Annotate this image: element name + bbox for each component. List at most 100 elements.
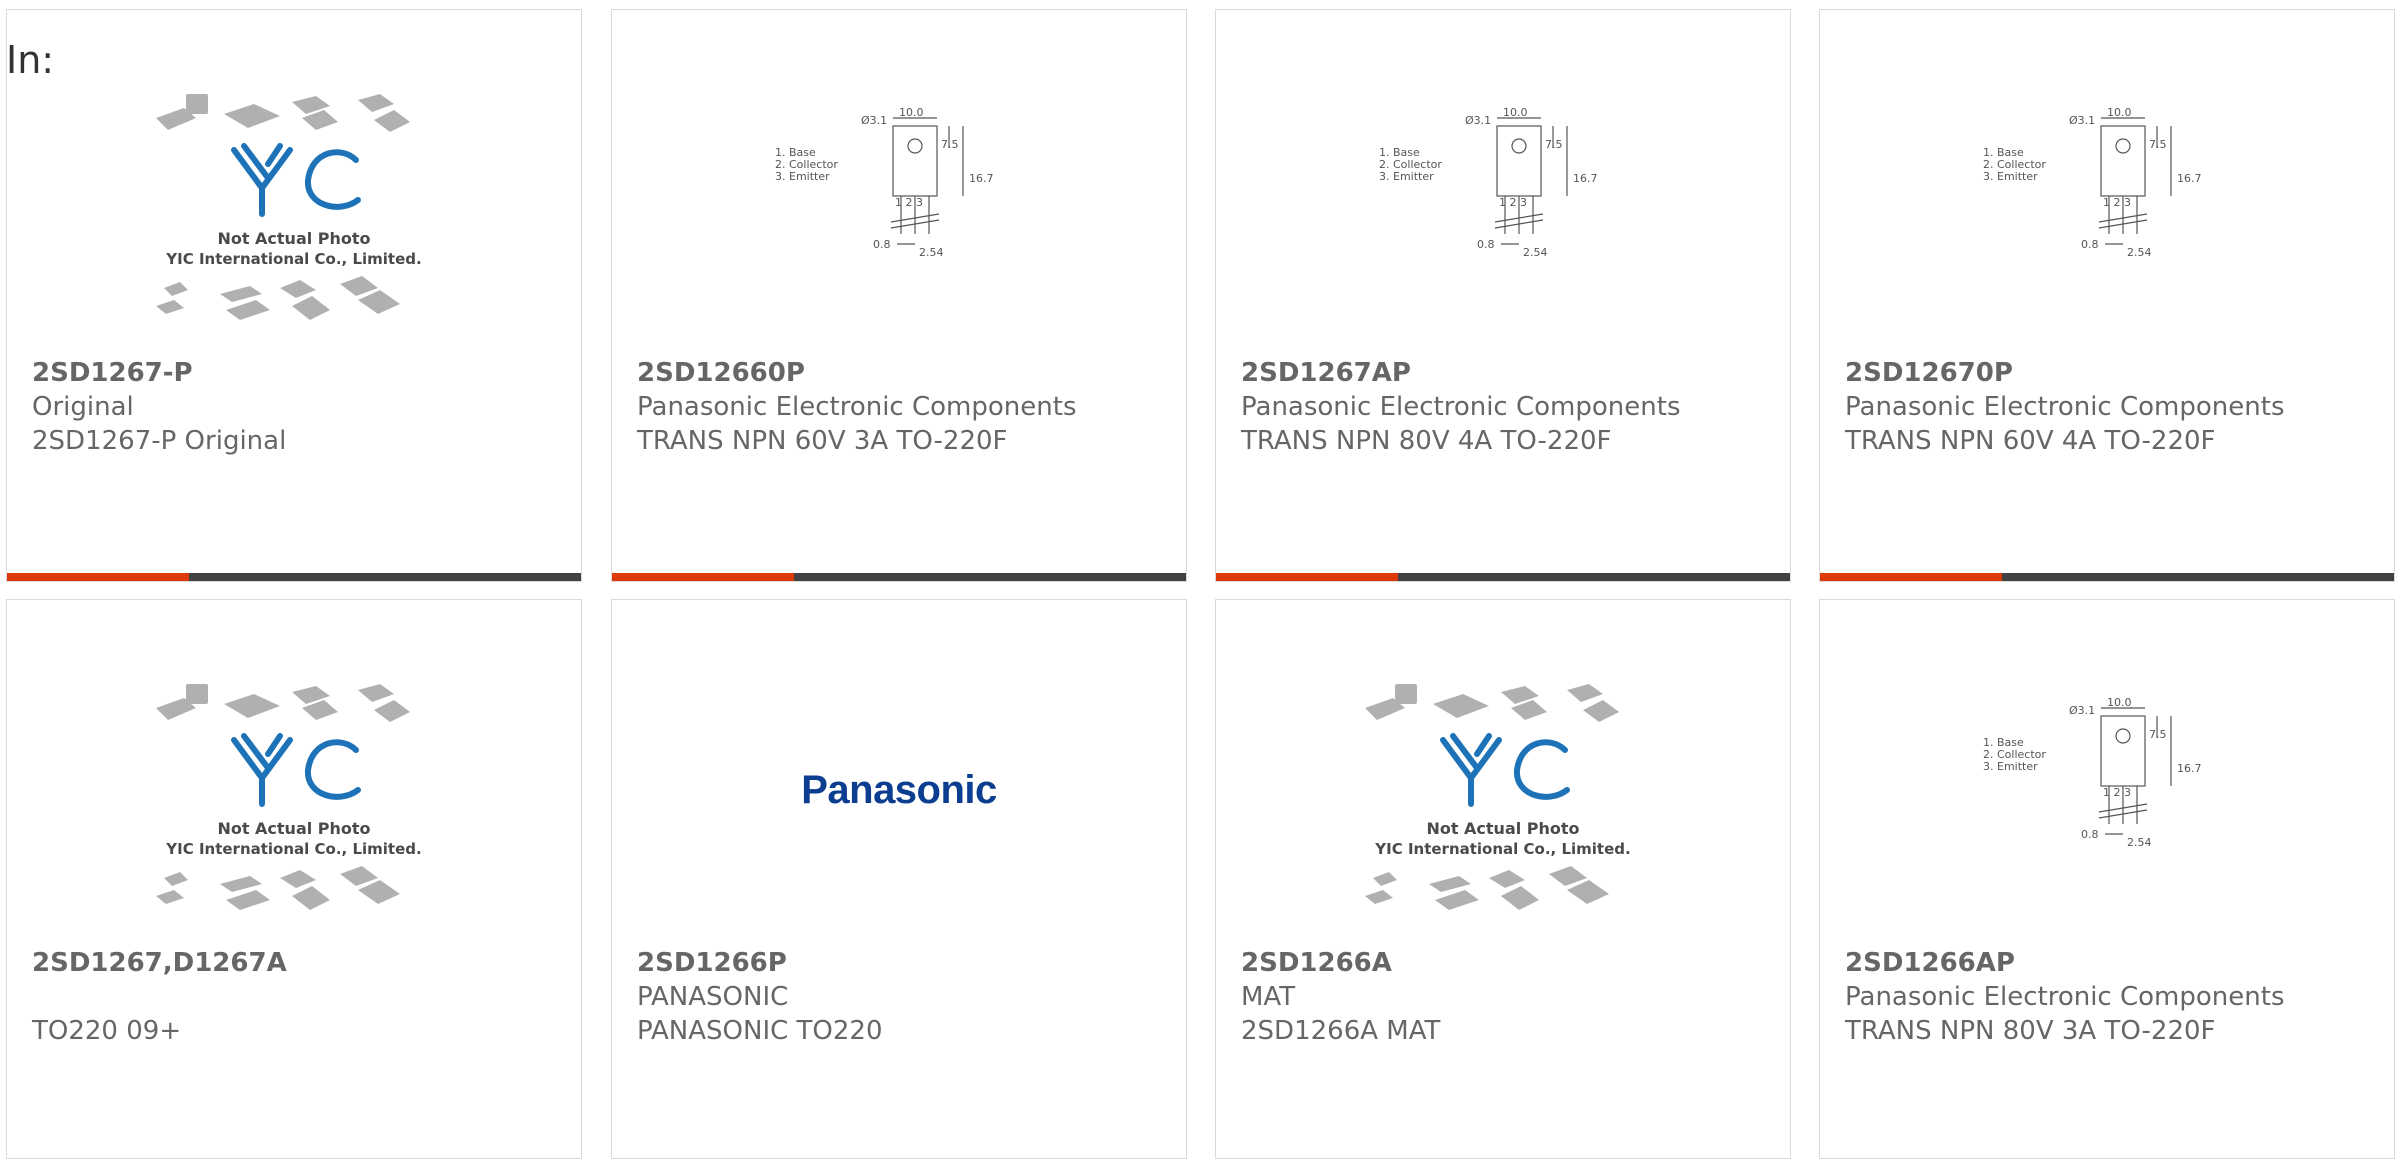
product-image[interactable]: Not Actual Photo YIC International Co., …	[7, 678, 581, 928]
product-manufacturer	[32, 980, 571, 1014]
dim-label-3: 7.5	[2149, 138, 2167, 151]
product-image[interactable]: Panasonic	[612, 678, 1186, 928]
product-card[interactable]: 1. Base 2. Collector 3. Emitter Ø3.1 10.…	[611, 9, 1187, 582]
product-manufacturer: MAT	[1241, 982, 1296, 1012]
dim-label-3: 7.5	[2149, 728, 2167, 741]
dim-label-4: 16.7	[969, 172, 994, 185]
card-footer-bar	[612, 573, 1186, 581]
yic-caption-1: Not Actual Photo	[217, 229, 370, 248]
product-card[interactable]: Panasonic 2SD1266P PANASONIC PANASONIC TO22…	[611, 599, 1187, 1159]
product-image[interactable]: Not Actual Photo YIC International Co., …	[1216, 678, 1790, 928]
dim-label-7: 2.54	[919, 246, 944, 259]
dim-label-7: 2.54	[2127, 246, 2152, 259]
dim-label-4: 16.7	[1573, 172, 1598, 185]
in-label: In:	[6, 38, 55, 82]
yic-placeholder-image: Not Actual Photo YIC International Co., …	[156, 94, 422, 320]
product-description: TRANS NPN 60V 3A TO-220F	[637, 426, 1008, 456]
panasonic-logo: Panasonic	[801, 768, 997, 812]
dim-label-6: 0.8	[2081, 238, 2099, 251]
dim-label-1: Ø3.1	[2069, 704, 2095, 717]
product-name[interactable]: 2SD1267-P	[32, 356, 571, 390]
product-name[interactable]: 2SD1266AP	[1845, 946, 2384, 980]
product-name[interactable]: 2SD1266P	[637, 946, 1176, 980]
dim-label-1: Ø3.1	[861, 114, 887, 127]
product-info: 2SD12670P Panasonic Electronic Components…	[1845, 356, 2384, 458]
dim-label-2: 10.0	[2107, 108, 2132, 119]
product-description: 2SD1267-P Original	[32, 426, 287, 456]
product-description: TRANS NPN 80V 3A TO-220F	[1845, 1016, 2216, 1046]
product-card[interactable]: Not Actual Photo YIC International Co., …	[1215, 599, 1791, 1159]
product-manufacturer: Panasonic Electronic Components	[1845, 982, 2285, 1012]
dim-label-4: 16.7	[2177, 762, 2202, 775]
product-description: TO220 09+	[32, 1016, 182, 1046]
card-footer-bar	[1820, 573, 2394, 581]
product-description: PANASONIC TO220	[637, 1016, 883, 1046]
product-card[interactable]: 1. Base 2. Collector 3. Emitter Ø3.1 10.…	[1819, 599, 2395, 1159]
yic-caption-2: YIC International Co., Limited.	[165, 840, 421, 858]
product-image[interactable]: Not Actual Photo YIC International Co., …	[7, 88, 581, 338]
product-name[interactable]: 2SD1267,D1267A	[32, 946, 571, 980]
dim-label-6: 0.8	[873, 238, 891, 251]
product-info: 2SD1266A MAT 2SD1266A MAT	[1241, 946, 1780, 1048]
product-name[interactable]: 2SD12660P	[637, 356, 1176, 390]
product-info: 2SD1267,D1267A TO220 09+	[32, 946, 571, 1048]
dim-label-5: 1 2 3	[2103, 786, 2131, 799]
dim-label-1: Ø3.1	[1465, 114, 1491, 127]
dim-label-7: 2.54	[1523, 246, 1548, 259]
product-card[interactable]: 1. Base 2. Collector 3. Emitter Ø3.1 10.…	[1215, 9, 1791, 582]
to220-dimension-diagram: 1. Base 2. Collector 3. Emitter Ø3.1 10.…	[1983, 108, 2202, 259]
dim-label-2: 10.0	[1503, 108, 1528, 119]
product-name[interactable]: 2SD1267AP	[1241, 356, 1780, 390]
product-name[interactable]: 2SD12670P	[1845, 356, 2384, 390]
product-info: 2SD1267AP Panasonic Electronic Components…	[1241, 356, 1780, 458]
dim-label-5: 1 2 3	[1499, 196, 1527, 209]
card-footer-accent	[7, 573, 189, 581]
product-manufacturer: Panasonic Electronic Components	[637, 392, 1077, 422]
dim-label-5: 1 2 3	[2103, 196, 2131, 209]
product-card[interactable]: Not Actual Photo YIC International Co., …	[6, 9, 582, 582]
yic-caption-1: Not Actual Photo	[1426, 819, 1579, 838]
product-name[interactable]: 2SD1266A	[1241, 946, 1780, 980]
product-image[interactable]: 1. Base 2. Collector 3. Emitter Ø3.1 10.…	[612, 108, 1186, 358]
card-footer-accent	[612, 573, 794, 581]
product-manufacturer: Original	[32, 392, 134, 422]
product-image[interactable]: 1. Base 2. Collector 3. Emitter Ø3.1 10.…	[1820, 698, 2394, 948]
dim-label-6: 0.8	[2081, 828, 2099, 841]
card-footer-accent	[1216, 573, 1398, 581]
product-info: 2SD1266AP Panasonic Electronic Components…	[1845, 946, 2384, 1048]
product-card[interactable]: 1. Base 2. Collector 3. Emitter Ø3.1 10.…	[1819, 9, 2395, 582]
product-info: 2SD12660P Panasonic Electronic Components…	[637, 356, 1176, 458]
dim-label-7: 2.54	[2127, 836, 2152, 849]
product-description: 2SD1266A MAT	[1241, 1016, 1441, 1046]
dim-label-2: 10.0	[899, 108, 924, 119]
product-card[interactable]: Not Actual Photo YIC International Co., …	[6, 599, 582, 1159]
product-info: 2SD1266P PANASONIC PANASONIC TO220	[637, 946, 1176, 1048]
to220-dimension-diagram: 1. Base 2. Collector 3. Emitter Ø3.1 10.…	[1379, 108, 1598, 259]
card-footer-bar	[1216, 573, 1790, 581]
pin-label-3: 3. Emitter	[1983, 760, 2038, 773]
pin-label-3: 3. Emitter	[775, 170, 830, 183]
dim-label-1: Ø3.1	[2069, 114, 2095, 127]
yic-caption-2: YIC International Co., Limited.	[165, 250, 421, 268]
dim-label-5: 1 2 3	[895, 196, 923, 209]
dim-label-6: 0.8	[1477, 238, 1495, 251]
pin-label-3: 3. Emitter	[1379, 170, 1434, 183]
product-image[interactable]: 1. Base 2. Collector 3. Emitter Ø3.1 10.…	[1820, 108, 2394, 358]
dim-label-3: 7.5	[1545, 138, 1563, 151]
to220-dimension-diagram: 1. Base 2. Collector 3. Emitter Ø3.1 10.…	[775, 108, 994, 259]
product-info: 2SD1267-P Original 2SD1267-P Original	[32, 356, 571, 458]
product-manufacturer: Panasonic Electronic Components	[1845, 392, 2285, 422]
card-footer-bar	[7, 573, 581, 581]
product-description: TRANS NPN 60V 4A TO-220F	[1845, 426, 2216, 456]
yic-caption-2: YIC International Co., Limited.	[1374, 840, 1630, 858]
dim-label-4: 16.7	[2177, 172, 2202, 185]
product-image[interactable]: 1. Base 2. Collector 3. Emitter Ø3.1 10.…	[1216, 108, 1790, 358]
dim-label-3: 7.5	[941, 138, 959, 151]
product-manufacturer: Panasonic Electronic Components	[1241, 392, 1681, 422]
card-footer-accent	[1820, 573, 2002, 581]
pin-label-3: 3. Emitter	[1983, 170, 2038, 183]
yic-caption-1: Not Actual Photo	[217, 819, 370, 838]
yic-placeholder-image: Not Actual Photo YIC International Co., …	[156, 684, 422, 910]
product-manufacturer: PANASONIC	[637, 982, 789, 1012]
product-description: TRANS NPN 80V 4A TO-220F	[1241, 426, 1612, 456]
